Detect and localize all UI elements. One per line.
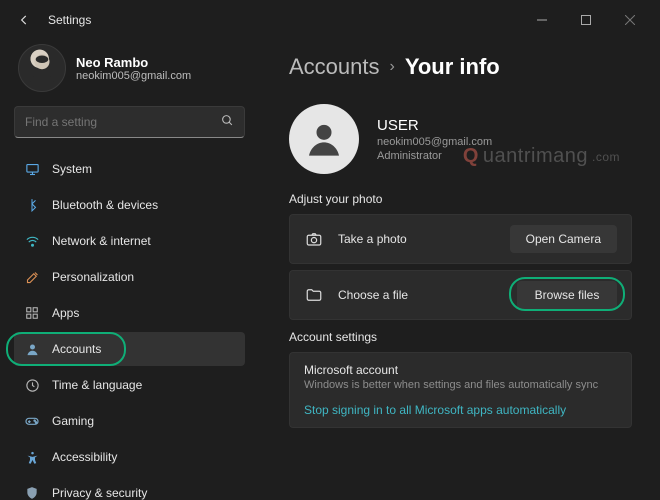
sidebar-item-privacy-security[interactable]: Privacy & security <box>14 476 245 500</box>
accessibility-icon <box>24 449 40 465</box>
sidebar-item-label: Privacy & security <box>52 486 147 500</box>
browse-files-button[interactable]: Browse files <box>517 281 617 309</box>
profile-role: Administrator <box>377 150 492 162</box>
apps-icon <box>24 305 40 321</box>
choose-file-row: Choose a file Browse files <box>289 270 632 320</box>
chevron-right-icon: › <box>390 58 395 76</box>
sidebar-item-label: Gaming <box>52 414 94 428</box>
close-button[interactable] <box>608 5 652 35</box>
camera-icon <box>304 229 324 249</box>
sidebar-item-label: Bluetooth & devices <box>52 198 158 212</box>
sidebar-item-accounts[interactable]: Accounts <box>14 332 245 366</box>
sidebar-item-label: Accessibility <box>52 450 117 464</box>
profile-email: neokim005@gmail.com <box>377 136 492 148</box>
microsoft-account-card[interactable]: Microsoft account Windows is better when… <box>289 352 632 428</box>
bluetooth-icon <box>24 197 40 213</box>
wifi-icon <box>24 233 40 249</box>
search-icon <box>221 114 234 130</box>
sidebar-user[interactable]: Neo Rambo neokim005@gmail.com <box>14 40 245 106</box>
ms-account-subtitle: Windows is better when settings and file… <box>304 379 617 391</box>
sidebar-item-label: Accounts <box>52 342 101 356</box>
stop-signin-link[interactable]: Stop signing in to all Microsoft apps au… <box>304 403 617 417</box>
sidebar-item-bluetooth-devices[interactable]: Bluetooth & devices <box>14 188 245 222</box>
choose-file-label: Choose a file <box>338 288 503 302</box>
take-photo-label: Take a photo <box>338 232 496 246</box>
search-input[interactable] <box>25 115 221 129</box>
open-camera-button[interactable]: Open Camera <box>510 225 617 253</box>
sidebar-item-label: Personalization <box>52 270 134 284</box>
window-title: Settings <box>48 13 91 27</box>
sidebar-item-network-internet[interactable]: Network & internet <box>14 224 245 258</box>
maximize-button[interactable] <box>564 5 608 35</box>
sidebar: Neo Rambo neokim005@gmail.com System Blue… <box>0 40 255 500</box>
ms-account-title: Microsoft account <box>304 363 617 377</box>
sidebar-item-accessibility[interactable]: Accessibility <box>14 440 245 474</box>
profile-row: USER neokim005@gmail.com Administrator <box>289 104 632 174</box>
user-avatar <box>18 44 66 92</box>
sidebar-item-gaming[interactable]: Gaming <box>14 404 245 438</box>
adjust-photo-label: Adjust your photo <box>289 192 632 206</box>
breadcrumb: Accounts › Your info <box>289 54 632 80</box>
sidebar-item-label: Time & language <box>52 378 142 392</box>
search-box[interactable] <box>14 106 245 138</box>
sidebar-item-apps[interactable]: Apps <box>14 296 245 330</box>
display-icon <box>24 161 40 177</box>
user-name: Neo Rambo <box>76 55 191 70</box>
gamepad-icon <box>24 413 40 429</box>
take-photo-row: Take a photo Open Camera <box>289 214 632 264</box>
breadcrumb-leaf: Your info <box>405 54 500 80</box>
shield-icon <box>24 485 40 500</box>
breadcrumb-root[interactable]: Accounts <box>289 54 380 80</box>
back-button[interactable] <box>8 4 40 36</box>
brush-icon <box>24 269 40 285</box>
user-email: neokim005@gmail.com <box>76 70 191 82</box>
clock-icon <box>24 377 40 393</box>
sidebar-item-system[interactable]: System <box>14 152 245 186</box>
sidebar-item-label: Network & internet <box>52 234 151 248</box>
profile-avatar <box>289 104 359 174</box>
folder-icon <box>304 285 324 305</box>
account-settings-label: Account settings <box>289 330 632 344</box>
person-icon <box>24 341 40 357</box>
profile-name: USER <box>377 117 492 134</box>
sidebar-item-label: System <box>52 162 92 176</box>
sidebar-item-label: Apps <box>52 306 79 320</box>
sidebar-item-time-language[interactable]: Time & language <box>14 368 245 402</box>
sidebar-item-personalization[interactable]: Personalization <box>14 260 245 294</box>
minimize-button[interactable] <box>520 5 564 35</box>
content-pane: Accounts › Your info USER neokim005@gmai… <box>255 40 660 500</box>
